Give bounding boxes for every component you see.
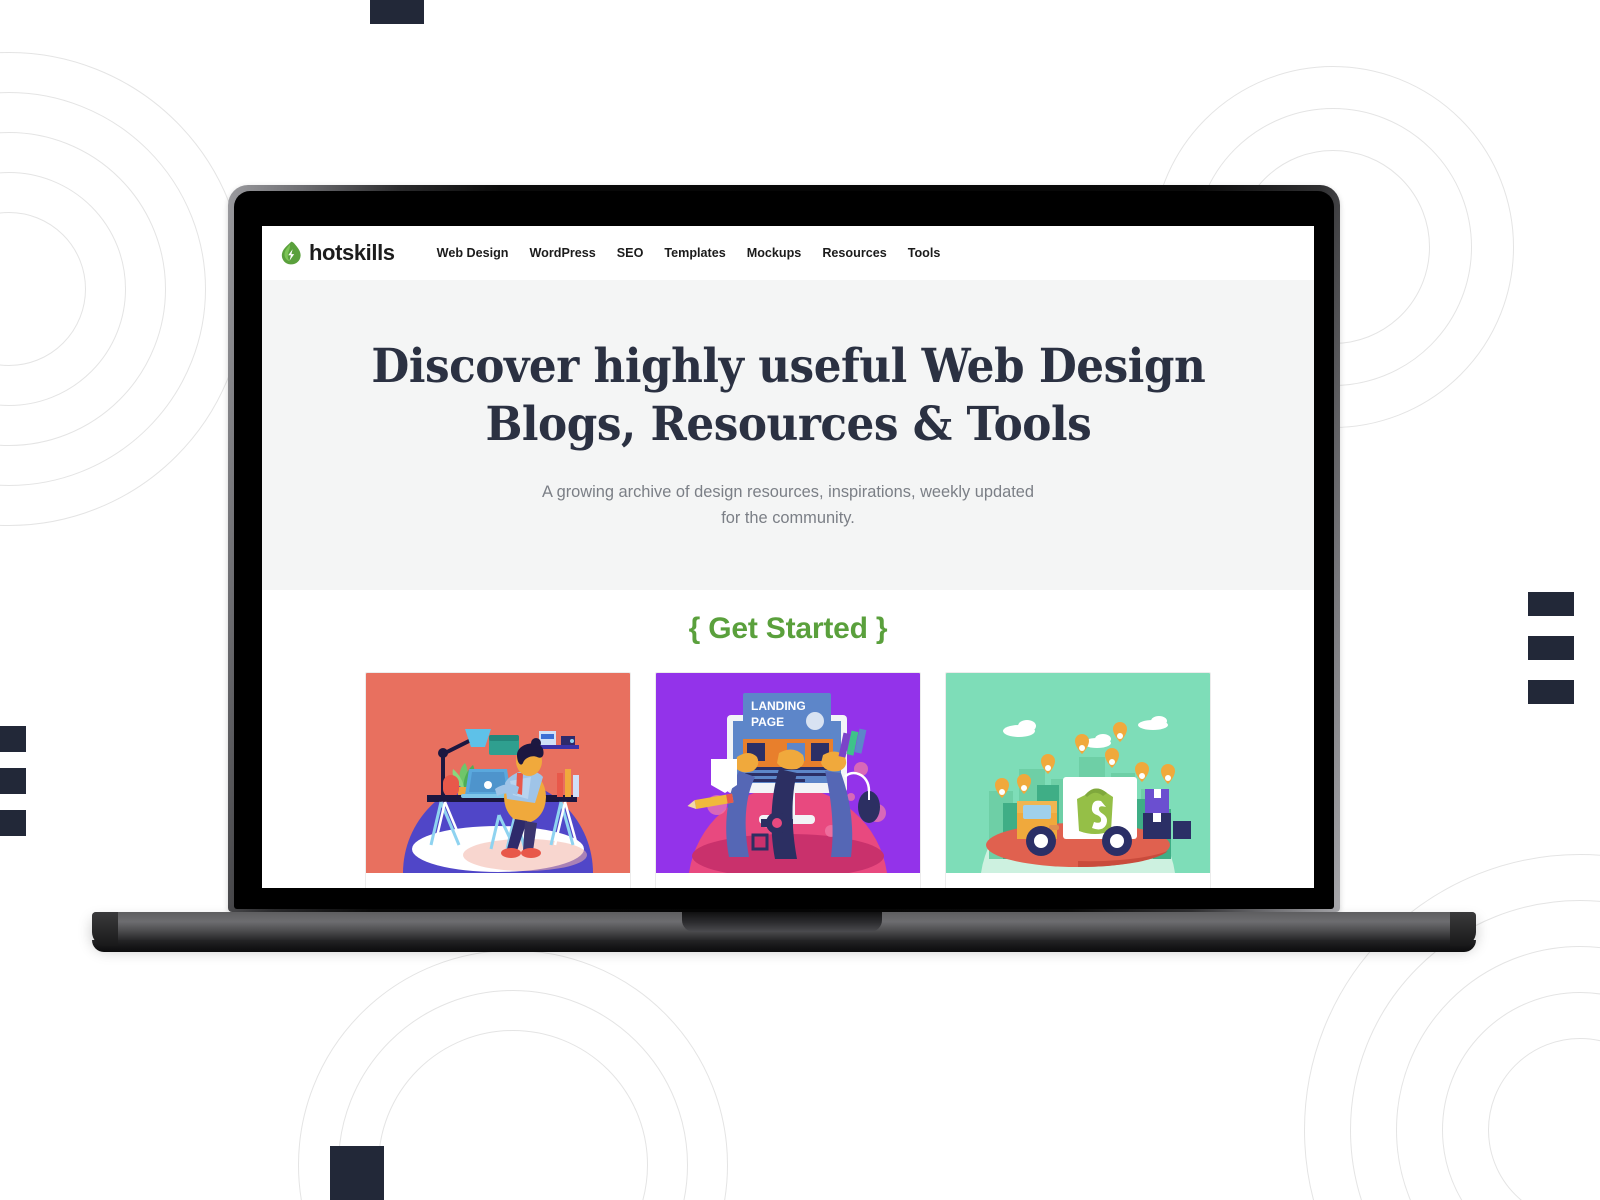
decorative-ring bbox=[1442, 992, 1600, 1200]
decorative-ring bbox=[1304, 854, 1600, 1200]
brand-logo[interactable]: hotskills bbox=[280, 240, 395, 266]
nav-item-mockups[interactable]: Mockups bbox=[747, 246, 802, 260]
decorative-ring bbox=[338, 990, 688, 1200]
decorative-ring bbox=[1396, 946, 1600, 1200]
laptop-base-lip bbox=[92, 940, 1476, 952]
laptop-base-right-edge bbox=[1450, 912, 1476, 946]
decorative-square bbox=[370, 0, 424, 24]
decorative-square bbox=[0, 810, 26, 836]
nav-item-wordpress[interactable]: WordPress bbox=[530, 246, 596, 260]
decorative-square bbox=[1528, 636, 1574, 660]
main-navigation: Web Design WordPress SEO Templates Mocku… bbox=[437, 246, 941, 260]
decorative-ring bbox=[0, 132, 166, 446]
decorative-ring bbox=[298, 950, 728, 1200]
decorative-ring bbox=[0, 52, 246, 526]
nav-item-seo[interactable]: SEO bbox=[617, 246, 644, 260]
card-body bbox=[366, 873, 630, 888]
hero-subtitle: A growing archive of design resources, i… bbox=[542, 482, 1034, 528]
nav-item-templates[interactable]: Templates bbox=[664, 246, 725, 260]
card-body bbox=[946, 873, 1210, 888]
card-body bbox=[656, 873, 920, 888]
shopify-delivery-card[interactable] bbox=[945, 672, 1211, 888]
landing-text-line-2: PAGE bbox=[751, 715, 784, 729]
nav-item-tools[interactable]: Tools bbox=[908, 246, 941, 260]
web-design-card[interactable] bbox=[365, 672, 631, 888]
landing-text-line-1: LANDING bbox=[751, 699, 806, 713]
site-header: hotskills Web Design WordPress SEO Templ… bbox=[262, 226, 1314, 280]
card-grid: LANDING PAGE bbox=[262, 672, 1314, 888]
hero-title-line-1: Discover highly useful Web Design bbox=[371, 339, 1205, 395]
decorative-ring bbox=[378, 1030, 648, 1200]
page-title: Discover highly useful Web Design Blogs,… bbox=[371, 338, 1205, 455]
decorative-ring bbox=[0, 212, 86, 366]
laptop-screen: hotskills Web Design WordPress SEO Templ… bbox=[262, 226, 1314, 888]
decorative-square bbox=[1528, 592, 1574, 616]
laptop-base-left-edge bbox=[92, 912, 118, 946]
brand-name: hotskills bbox=[309, 240, 395, 265]
nav-item-web-design[interactable]: Web Design bbox=[437, 246, 509, 260]
hero-title-line-2: Blogs, Resources & Tools bbox=[485, 397, 1091, 453]
decorative-ring bbox=[1488, 1038, 1600, 1200]
decorative-ring bbox=[0, 172, 126, 406]
flame-leaf-bolt-icon bbox=[280, 241, 302, 265]
get-started-heading[interactable]: { Get Started } bbox=[689, 612, 888, 646]
decorative-square bbox=[330, 1146, 384, 1200]
decorative-ring bbox=[0, 92, 206, 486]
nav-item-resources[interactable]: Resources bbox=[822, 246, 886, 260]
person-at-desk-with-laptop-illustration bbox=[366, 673, 630, 873]
screenshot-stage: hotskills Web Design WordPress SEO Templ… bbox=[0, 0, 1600, 1200]
landing-page-card[interactable]: LANDING PAGE bbox=[655, 672, 921, 888]
decorative-square bbox=[1528, 680, 1574, 704]
laptop-base-notch bbox=[682, 912, 882, 932]
hero-section: Discover highly useful Web Design Blogs,… bbox=[262, 280, 1314, 590]
shopify-delivery-truck-city-illustration bbox=[946, 673, 1210, 873]
landing-page-monitor-hands-illustration: LANDING PAGE bbox=[656, 673, 920, 873]
get-started-section: { Get Started } bbox=[262, 590, 1314, 646]
decorative-square bbox=[0, 726, 26, 752]
decorative-square bbox=[0, 768, 26, 794]
